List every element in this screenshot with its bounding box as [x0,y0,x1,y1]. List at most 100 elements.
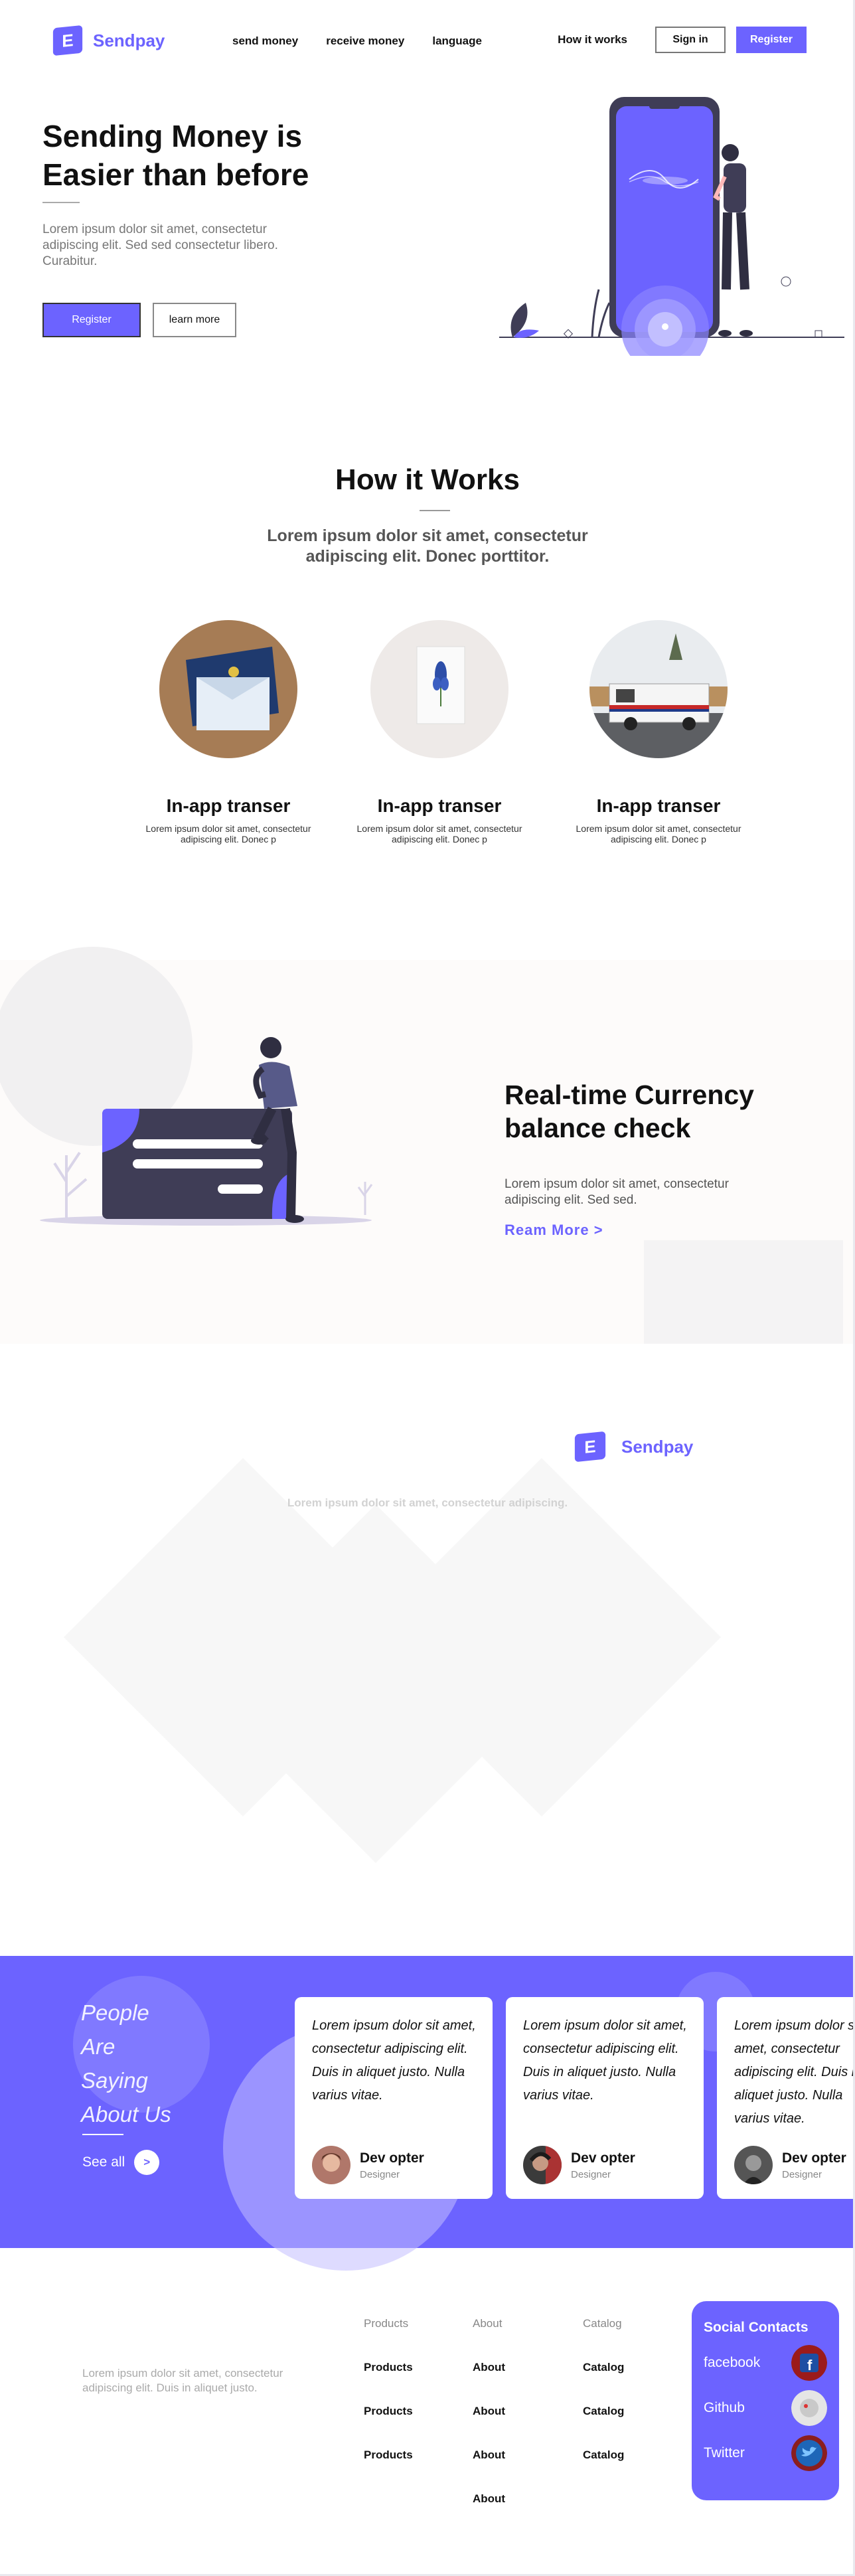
twitter-icon [791,2435,827,2471]
footer-link[interactable]: Products [364,2361,413,2374]
svg-text:f: f [807,2357,813,2374]
brand-name: Sendpay [621,1436,694,1457]
heading-line: Are [81,2034,116,2059]
testimonials-divider [82,2134,123,2135]
balance-card-illustration [40,1037,373,1226]
hero-divider [42,202,80,203]
footer-link[interactable]: Catalog [583,2449,624,2462]
social-link-twitter[interactable]: Twitter [704,2435,827,2471]
footer-link[interactable]: About [473,2492,505,2506]
logo-icon: E [52,25,83,56]
see-all-label: See all [82,2154,125,2170]
mail-truck-photo [589,620,728,758]
social-label: facebook [704,2355,761,2370]
footer-link[interactable]: About [473,2449,505,2462]
feature-card: In-app transer Lorem ipsum dolor sit ame… [559,620,758,845]
brand-logo[interactable]: E Sendpay [52,25,165,56]
currency-description: Lorem ipsum dolor sit amet, consectetur … [505,1177,729,1207]
testimonial-author: Dev opter Designer [734,2146,846,2184]
social-label: Twitter [704,2445,745,2460]
author-name: Dev opter [360,2150,424,2166]
feature-title: In-app transer [377,795,502,816]
footer-link[interactable]: Catalog [583,2405,624,2418]
author-role: Designer [782,2168,822,2180]
nav-link-language[interactable]: language [432,35,482,48]
nav-links: send money receive money language [232,35,482,48]
nav-register-button[interactable]: Register [736,27,807,53]
feature-text: Lorem ipsum dolor sit amet, consectetur … [145,823,311,845]
author-name: Dev opter [571,2150,635,2166]
testimonial-author: Dev opter Designer [523,2146,635,2184]
footer-column-heading: About [473,2317,503,2330]
testimonial-quote: Lorem ipsum dolor sit amet, consectetur … [312,2018,476,2103]
see-all-link[interactable]: See all > [82,2150,160,2175]
footer-link[interactable]: Products [364,2405,413,2418]
nav-link-receive-money[interactable]: receive money [326,35,404,48]
testimonials-heading: People Are Saying About Us [81,1996,227,2131]
brand-tagline: Lorem ipsum dolor sit amet, consectetur … [287,1496,568,1509]
currency-title: Real-time Currency balance check [505,1080,754,1143]
learn-more-button[interactable]: learn more [153,303,236,337]
feature-title: In-app transer [166,795,291,816]
author-role: Designer [360,2168,400,2180]
facebook-icon: f [791,2345,827,2381]
brand-logo-secondary: E Sendpay [574,1431,694,1463]
nav-link-send-money[interactable]: send money [232,35,298,48]
social-label: Github [704,2400,745,2415]
avatar [734,2146,773,2184]
page: E Sendpay send money receive money langu… [0,0,855,2576]
nav-link-how-it-works[interactable]: How it works [558,33,627,46]
footer-column-catalog: Catalog Catalog Catalog Catalog [583,2317,624,2462]
arrow-right-icon[interactable]: > [134,2150,160,2175]
author-role: Designer [571,2168,611,2180]
testimonial-quote: Lorem ipsum dolor sit amet, consectetur … [523,2018,687,2103]
how-it-works-title: How it Works [335,463,520,496]
testimonial-card: Lorem ipsum dolor sit amet, consectetur … [506,1997,704,2199]
author-name: Dev opter [782,2150,846,2166]
feature-text: Lorem ipsum dolor sit amet, consectetur … [576,823,741,845]
how-it-works-subtitle: Lorem ipsum dolor sit amet, consectetur … [267,526,588,566]
footer-link[interactable]: Products [364,2449,413,2462]
nav-actions: How it works Sign in Register [558,27,807,53]
github-icon [791,2390,827,2426]
top-nav: E Sendpay send money receive money langu… [52,25,807,57]
footer-description: Lorem ipsum dolor sit amet, consectetur … [82,2367,283,2394]
envelope-photo [159,620,297,758]
footer-column-heading: Catalog [583,2317,622,2330]
social-contacts-card: Social Contacts facebook f Github Twitte… [692,2301,839,2500]
read-more-link[interactable]: Ream More > [505,1222,603,1239]
footer-column-heading: Products [364,2317,409,2330]
footer-link[interactable]: About [473,2361,505,2374]
footer-column-about: About About About About About [473,2317,505,2506]
logo-icon: E [574,1431,606,1463]
heading-line: People [81,2000,149,2025]
heading-line: About Us [81,2102,171,2127]
how-it-works-divider [420,510,450,511]
avatar [523,2146,562,2184]
phone-person-illustration [499,97,844,356]
decorative-rectangle [644,1240,843,1344]
footer-link[interactable]: Catalog [583,2361,624,2374]
footer-link[interactable]: About [473,2405,505,2418]
feature-text: Lorem ipsum dolor sit amet, consectetur … [356,823,522,845]
avatar [312,2146,350,2184]
social-link-facebook[interactable]: facebook f [704,2345,827,2381]
hero-register-button[interactable]: Register [42,303,141,337]
hero-title: Sending Money is Easier than before [42,119,309,192]
decorative-diamonds [64,1458,721,1863]
footer-column-products: Products Products Products Products [364,2317,413,2462]
hero-description: Lorem ipsum dolor sit amet, consectetur … [42,222,278,268]
social-contacts-title: Social Contacts [704,2320,809,2335]
brand-name: Sendpay [93,30,165,50]
feature-card: In-app transer Lorem ipsum dolor sit ame… [340,620,539,845]
feature-title: In-app transer [596,795,721,816]
testimonial-quote: Lorem ipsum dolor sit amet, consectetur … [734,2018,855,2126]
heading-line: Saying [81,2068,148,2093]
testimonial-author: Dev opter Designer [312,2146,424,2184]
flower-card-photo [370,620,508,758]
feature-card: In-app transer Lorem ipsum dolor sit ame… [129,620,328,845]
sign-in-button[interactable]: Sign in [655,27,726,53]
testimonial-card: Lorem ipsum dolor sit amet, consectetur … [717,1997,855,2199]
testimonial-card: Lorem ipsum dolor sit amet, consectetur … [295,1997,493,2199]
social-link-github[interactable]: Github [704,2390,827,2426]
